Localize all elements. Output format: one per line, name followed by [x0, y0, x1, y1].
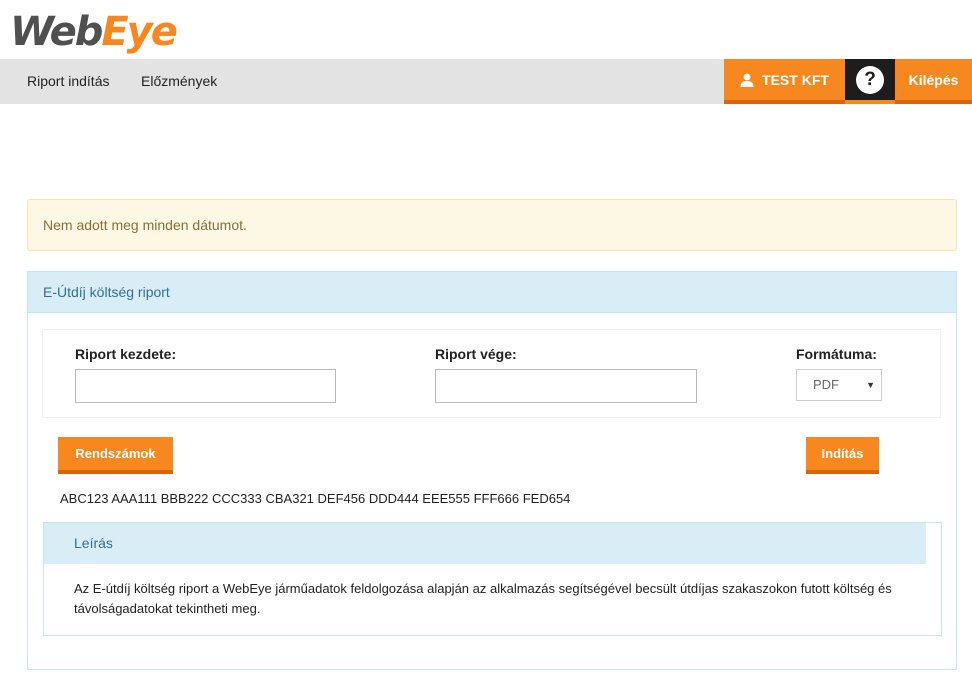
plates-button-label: Rendszámok [75, 446, 156, 461]
format-selected-value: PDF [813, 377, 839, 392]
nav-item-riport-inditas[interactable]: Riport indítás [27, 59, 109, 104]
format-label: Formátuma: [796, 346, 877, 362]
alert-text: Nem adott meg minden dátumot. [43, 217, 247, 233]
description-title: Leírás [44, 523, 926, 564]
end-date-input[interactable] [435, 369, 697, 403]
logo-text-eye: Eye [101, 9, 178, 55]
warning-alert: Nem adott meg minden dátumot. [27, 199, 957, 251]
logo-text-web: Web [10, 9, 103, 55]
start-date-label: Riport kezdete: [75, 346, 177, 362]
user-icon [740, 73, 754, 87]
plates-button[interactable]: Rendszámok [58, 437, 173, 474]
user-button[interactable]: TEST KFT [724, 59, 845, 104]
format-select[interactable]: PDF ▼ [796, 369, 882, 401]
end-date-label: Riport vége: [435, 346, 517, 362]
nav-item-elozmenyek[interactable]: Előzmények [141, 59, 217, 104]
report-panel: E-Útdíj költség riport Riport kezdete: R… [27, 271, 957, 670]
start-button-label: Indítás [821, 446, 864, 461]
panel-title: E-Útdíj költség riport [28, 272, 956, 313]
description-panel: Leírás Az E-útdíj költség riport a WebEy… [43, 522, 942, 636]
help-button[interactable]: ? [845, 59, 895, 104]
caret-down-icon: ▼ [866, 380, 875, 390]
selected-plates-list: ABC123 AAA111 BBB222 CCC333 CBA321 DEF45… [60, 491, 571, 506]
user-name-label: TEST KFT [762, 71, 829, 88]
help-icon: ? [856, 65, 884, 94]
logout-label: Kilépés [908, 71, 959, 88]
report-form: Riport kezdete: Riport vége: Formátuma: … [42, 329, 941, 418]
top-navbar: Riport indítás Előzmények TEST KFT ? Kil… [0, 59, 972, 104]
webeye-logo[interactable]: WebEye [10, 6, 178, 58]
start-date-input[interactable] [75, 369, 336, 403]
logout-button[interactable]: Kilépés [895, 59, 972, 104]
description-text: Az E-útdíj költség riport a WebEye jármű… [74, 581, 892, 616]
start-report-button[interactable]: Indítás [806, 437, 879, 474]
